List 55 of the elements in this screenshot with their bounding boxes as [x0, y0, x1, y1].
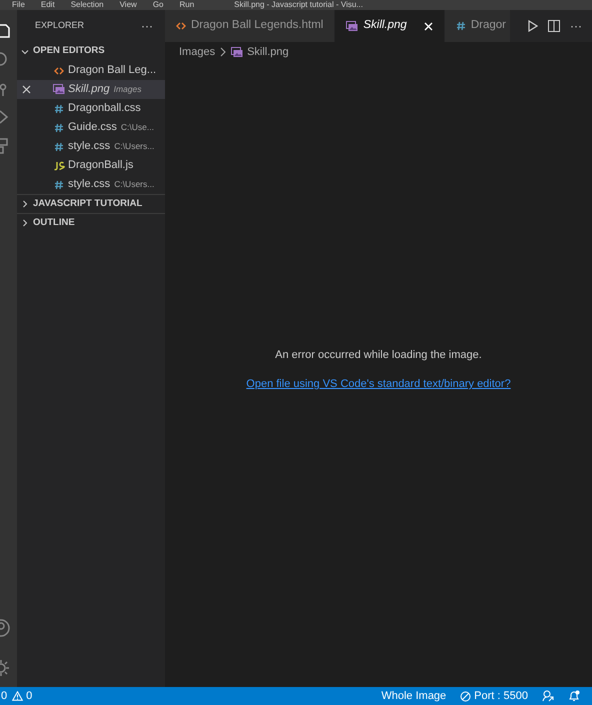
menu-item[interactable]: Go — [152, 1, 164, 9]
error-message: An error occurred while loading the image. — [275, 348, 482, 362]
hash-icon — [54, 104, 64, 114]
hash-icon — [54, 122, 64, 132]
editor-tab[interactable]: Dragor — [444, 10, 510, 42]
close-icon — [424, 22, 433, 30]
open-editor-item[interactable]: Skill.png Images — [17, 80, 165, 99]
hash-icon — [54, 180, 64, 190]
code-icon — [54, 66, 64, 76]
run-icon — [528, 20, 538, 32]
code-icon — [176, 21, 186, 31]
chevron-right-icon — [219, 47, 228, 57]
menu-item[interactable]: Run — [179, 1, 194, 9]
prohibited-icon — [460, 690, 472, 702]
status-item[interactable]: Whole Image — [381, 688, 446, 704]
window-title: Skill.png - Javascript tutorial - Visu... — [234, 1, 363, 9]
editor-tab[interactable]: Dragon Ball Legends.html — [165, 10, 336, 42]
image-icon — [231, 46, 244, 58]
feedback-icon — [542, 690, 554, 702]
extensions-icon — [0, 138, 9, 154]
open-editor-item[interactable]: style.css C:\Users... — [17, 137, 165, 156]
breadcrumb-item[interactable]: Skill.png — [247, 44, 289, 60]
menu-item[interactable]: View — [120, 1, 137, 9]
more-actions-button[interactable]: ··· — [141, 17, 153, 35]
menu-item[interactable]: File — [12, 1, 25, 9]
open-editor-item[interactable]: Dragon Ball Leg... — [17, 61, 165, 80]
menu-item[interactable]: Selection — [70, 1, 104, 9]
editor-tab[interactable]: Skill.png — [335, 10, 445, 42]
hash-icon — [54, 142, 64, 152]
search-icon — [0, 52, 8, 66]
error-count[interactable]: 0 — [1, 688, 8, 704]
files-icon — [0, 24, 10, 38]
notification-bell-icon — [568, 690, 580, 702]
open-editor-item[interactable]: Guide.css C:\Use... — [17, 118, 165, 137]
close-icon — [22, 85, 31, 94]
image-icon — [53, 84, 65, 95]
port-status-button[interactable]: Port : 5500 — [460, 688, 528, 704]
more-actions-button[interactable]: ··· — [570, 17, 592, 35]
split-editor-icon — [548, 20, 560, 32]
run-icon — [0, 110, 9, 124]
sidebar-title: EXPLORER — [35, 19, 84, 32]
open-file-link[interactable]: Open file using VS Code's standard text/binary editor? — [246, 376, 511, 392]
hash-icon — [456, 21, 466, 31]
open-editor-item[interactable]: style.css C:\Users... — [17, 175, 165, 194]
js-icon — [53, 160, 65, 170]
menu-item[interactable]: Edit — [40, 1, 55, 9]
image-icon — [346, 20, 358, 32]
warning-count[interactable]: 0 — [26, 688, 32, 704]
account-icon — [0, 619, 10, 637]
open-editor-item[interactable]: DragonBall.js — [17, 156, 165, 175]
warning-icon — [12, 691, 24, 701]
open-editor-item[interactable]: Dragonball.css — [17, 99, 165, 118]
branch-icon — [0, 82, 8, 96]
breadcrumb-item[interactable]: Images — [179, 44, 216, 60]
section-header[interactable]: OPEN EDITORS — [17, 42, 165, 61]
